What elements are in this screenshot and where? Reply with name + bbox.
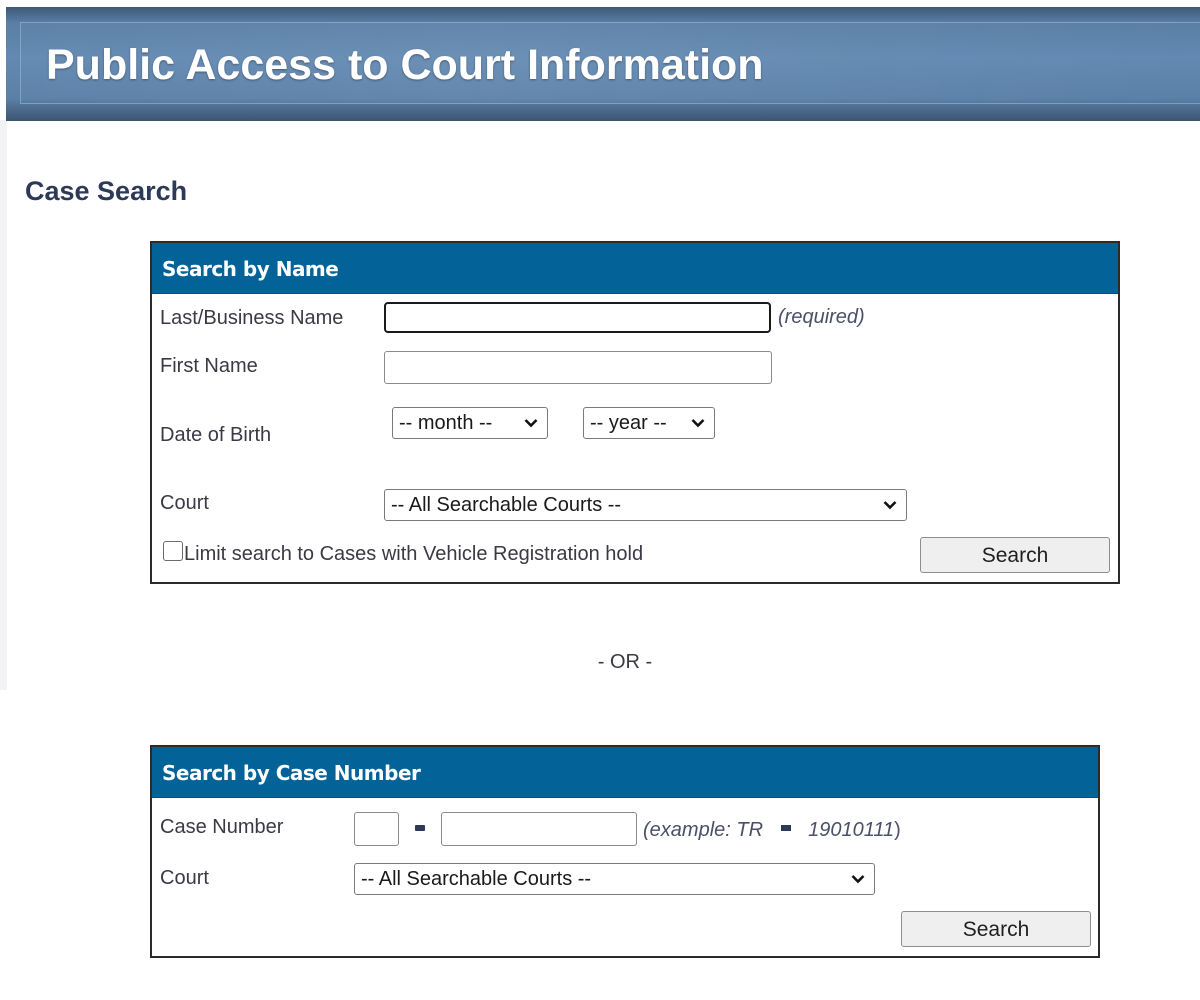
first-name-label: First Name [160,355,258,377]
chevron-down-icon [850,864,866,894]
case-prefix-input[interactable] [354,812,399,846]
page-title: Case Search [25,176,188,206]
dash-separator-icon [780,825,791,832]
chevron-down-icon [523,408,539,438]
court-label: Court [160,492,209,514]
court-label: Court [160,867,209,889]
example-number: 19010111 [808,819,895,841]
court-selected: -- All Searchable Courts -- [391,494,622,516]
example-close: ) [894,819,901,841]
case-number-label: Case Number [160,816,284,838]
case-number-example: (example: TR 19010111) [643,819,901,842]
example-prefix: (example: TR [643,819,764,841]
case-court-selected: -- All Searchable Courts -- [361,868,592,890]
required-hint: (required) [778,306,865,328]
case-court-select[interactable]: -- All Searchable Courts -- [354,863,875,895]
left-edge-strip [0,120,7,690]
dob-year-selected: -- year -- [590,412,667,434]
chevron-down-icon [690,408,706,438]
court-select[interactable]: -- All Searchable Courts -- [384,489,907,521]
first-name-input[interactable] [384,351,772,384]
site-banner: Public Access to Court Information [6,7,1200,121]
dob-month-selected: -- month -- [399,412,493,434]
search-by-case-panel: Search by Case Number Case Number (examp… [150,745,1100,958]
last-name-input[interactable] [384,302,771,333]
dash-separator-icon [415,825,425,831]
case-number-input[interactable] [441,812,637,846]
search-by-case-header: Search by Case Number [152,747,1098,798]
dob-month-select[interactable]: -- month -- [392,407,548,439]
search-by-name-header: Search by Name [152,243,1118,294]
last-name-label: Last/Business Name [160,307,344,329]
or-separator: - OR - [597,651,653,673]
dob-year-select[interactable]: -- year -- [583,407,715,439]
search-by-case-button[interactable]: Search [901,911,1091,947]
dob-label: Date of Birth [160,424,272,446]
search-by-name-panel: Search by Name Last/Business Name (requi… [150,241,1120,584]
site-title: Public Access to Court Information [46,41,764,89]
vehicle-hold-label[interactable]: Limit search to Cases with Vehicle Regis… [184,543,643,566]
chevron-down-icon [882,490,898,520]
vehicle-hold-checkbox[interactable] [163,541,183,561]
search-by-name-button[interactable]: Search [920,537,1110,573]
